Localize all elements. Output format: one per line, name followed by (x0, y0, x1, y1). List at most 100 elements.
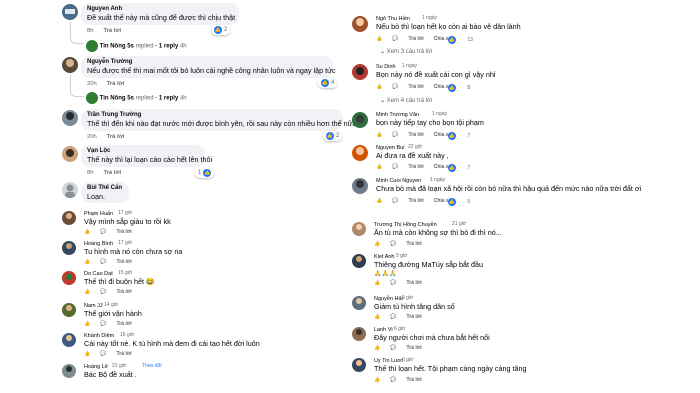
avatar[interactable] (352, 112, 368, 128)
reaction-count[interactable]: 1 👍 (195, 168, 215, 178)
reply-link[interactable]: Trả lời (408, 132, 423, 138)
reaction-count[interactable]: 👍 2 (323, 131, 343, 141)
reply-link[interactable]: Trả lời (116, 351, 131, 357)
reply-link[interactable]: Trả lời (406, 280, 421, 286)
avatar[interactable] (62, 146, 78, 162)
reaction-count[interactable]: 👍 7 (448, 132, 480, 140)
like-icon[interactable]: 👍 (374, 345, 380, 351)
like-icon[interactable]: 👍 (376, 36, 382, 42)
comment-icon[interactable]: 💬 (100, 229, 106, 235)
avatar[interactable] (352, 64, 368, 80)
avatar[interactable] (352, 296, 366, 310)
reply-link[interactable]: Trả lời (116, 259, 131, 265)
reply-link[interactable]: Trả lời (103, 170, 121, 176)
reaction-count[interactable]: 👍 13 (448, 36, 483, 44)
reply-link[interactable]: Trả lời (107, 81, 125, 87)
reply-link[interactable]: Trả lời (116, 289, 131, 295)
avatar[interactable] (352, 327, 366, 341)
timestamp: 22 giờ (408, 144, 423, 150)
avatar[interactable] (62, 110, 78, 126)
comment-icon[interactable]: 💬 (390, 345, 396, 351)
comment-icon[interactable]: 💬 (392, 84, 398, 90)
reply-link[interactable]: Trả lời (116, 229, 131, 235)
avatar[interactable] (352, 254, 366, 268)
reaction-count[interactable]: 👍 4 (318, 78, 338, 88)
reply-link[interactable]: Trả lời (116, 321, 131, 327)
reply-link[interactable]: Trả lời (408, 36, 423, 42)
avatar[interactable] (352, 222, 366, 236)
comment-icon[interactable]: 💬 (392, 198, 398, 204)
like-icon[interactable]: 👍 (376, 84, 382, 90)
comment-icon[interactable]: 💬 (390, 280, 396, 286)
reply-summary[interactable]: Tin Nông 5s replied · 1 reply 4h (86, 40, 187, 52)
reply-action: replied (135, 95, 154, 102)
comment-text: Ai đưa ra đề xuất này , (376, 151, 449, 160)
like-icon[interactable]: 👍 (376, 198, 382, 204)
avatar[interactable] (62, 211, 76, 225)
comment-text: Đề xuất thế này mà cũng để được thì chịu… (87, 13, 236, 22)
like-icon[interactable]: 👍 (374, 377, 380, 383)
reply-summary[interactable]: Tin Nông 5s replied · 1 reply 4h (86, 92, 187, 104)
author-name[interactable]: Nguyễn Trường (87, 58, 327, 66)
like-icon[interactable]: 👍 (84, 289, 90, 295)
like-icon[interactable]: 👍 (374, 314, 380, 320)
author-name[interactable]: Vạn Lộc (87, 147, 199, 155)
timestamp[interactable]: 8h (87, 28, 93, 34)
comment-bubble: Nguyen Anh Đề xuất thế này mà cũng để đư… (81, 3, 239, 25)
avatar[interactable] (62, 364, 76, 378)
author-name[interactable]: Nguyen Anh (87, 5, 233, 13)
author-name[interactable]: Bùi Thế Cẩn (87, 184, 123, 192)
author-name[interactable]: Trần Trung Trường (87, 111, 337, 119)
follow-link[interactable]: Theo dõi (142, 363, 161, 369)
reaction-count[interactable]: 👍 7 (448, 164, 480, 172)
reply-time: 4h (179, 95, 187, 102)
like-icon[interactable]: 👍 (84, 259, 90, 265)
avatar[interactable] (62, 57, 78, 73)
view-replies-link[interactable]: ⌄ Xem 3 câu trả lời (380, 48, 432, 55)
reaction-count[interactable]: 👍 8 (448, 84, 480, 92)
like-icon[interactable]: 👍 (84, 321, 90, 327)
timestamp[interactable]: 8h (87, 170, 93, 176)
reply-link[interactable]: Trả lời (107, 134, 125, 140)
avatar[interactable] (352, 178, 368, 194)
like-icon[interactable]: 👍 (376, 164, 382, 170)
avatar[interactable] (62, 241, 76, 255)
avatar[interactable] (62, 182, 78, 198)
like-icon[interactable]: 👍 (376, 132, 382, 138)
comment-icon[interactable]: 💬 (390, 241, 396, 247)
avatar[interactable] (62, 271, 76, 285)
comment-icon[interactable]: 💬 (392, 164, 398, 170)
reply-link[interactable]: Trả lời (406, 377, 421, 383)
view-replies-link[interactable]: ⌄ Xem 4 câu trả lời (380, 97, 432, 104)
comment-icon[interactable]: 💬 (392, 132, 398, 138)
like-icon[interactable]: 👍 (84, 229, 90, 235)
reaction-count[interactable]: 👍 2 (211, 25, 231, 35)
reply-link[interactable]: Trả lời (406, 314, 421, 320)
avatar[interactable] (62, 333, 76, 347)
timestamp[interactable]: 20h (87, 134, 97, 140)
comment-icon[interactable]: 💬 (100, 351, 106, 357)
comment-icon[interactable]: 💬 (392, 36, 398, 42)
reply-link[interactable]: Trả lời (408, 164, 423, 170)
reply-link[interactable]: Trả lời (406, 241, 421, 247)
reply-link[interactable]: Trả lời (408, 198, 423, 204)
reply-link[interactable]: Trả lời (408, 84, 423, 90)
avatar[interactable] (62, 4, 78, 20)
like-icon[interactable]: 👍 (374, 280, 380, 286)
comment-icon[interactable]: 💬 (100, 321, 106, 327)
comment-icon[interactable]: 💬 (100, 289, 106, 295)
reply-link[interactable]: Trả lời (406, 345, 421, 351)
reply-link[interactable]: Trả lời (103, 28, 121, 34)
reaction-count[interactable]: 👍 5 (448, 198, 480, 206)
comment-text: Thế này thì lại loạn cào cào hết lên thô… (87, 155, 213, 164)
comment-icon[interactable]: 💬 (390, 377, 396, 383)
like-icon[interactable]: 👍 (374, 241, 380, 247)
avatar[interactable] (352, 358, 366, 372)
like-icon[interactable]: 👍 (84, 351, 90, 357)
timestamp[interactable]: 20h (87, 81, 97, 87)
comment-icon[interactable]: 💬 (390, 314, 396, 320)
avatar[interactable] (352, 16, 368, 32)
avatar[interactable] (62, 303, 76, 317)
comment-icon[interactable]: 💬 (100, 259, 106, 265)
avatar[interactable] (352, 145, 368, 161)
